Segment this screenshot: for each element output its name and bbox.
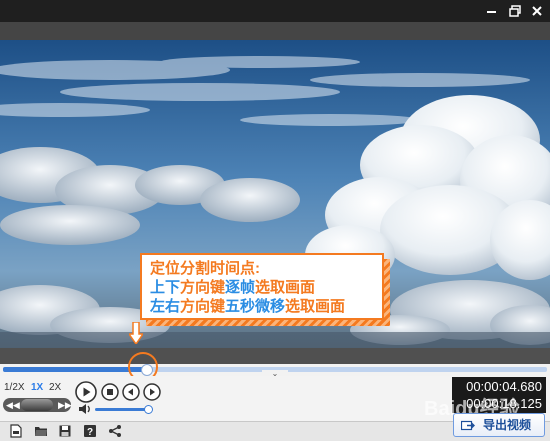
callout-box: 定位分割时间点: 上下方向键逐帧选取画面 左右方向键五秒微移选取画面 <box>140 253 384 320</box>
video-top-strip <box>0 22 550 40</box>
volume-handle[interactable] <box>144 405 153 414</box>
shuttle-knob[interactable] <box>21 399 53 411</box>
arrow-down-icon <box>129 322 143 344</box>
jog-shuttle[interactable]: ◀◀ ▶▶ <box>3 398 72 412</box>
tip-callout: 定位分割时间点: 上下方向键逐帧选取画面 左右方向键五秒微移选取画面 <box>140 253 390 326</box>
minimize-icon[interactable] <box>484 3 500 19</box>
callout-line-2: 左右方向键五秒微移选取画面 <box>150 297 374 316</box>
open-folder-icon[interactable] <box>34 424 48 438</box>
callout-seg: 五秒微移 <box>225 298 286 315</box>
export-video-label: 导出视频 <box>483 418 532 432</box>
volume-icon[interactable] <box>78 403 92 415</box>
video-splitter-window: 定位分割时间点: 上下方向键逐帧选取画面 左右方向键五秒微移选取画面 ⌄ 1/2… <box>0 0 550 441</box>
callout-seg: 逐帧 <box>225 279 256 296</box>
export-video-button[interactable]: 导出视频 <box>453 413 545 437</box>
callout-line-1: 上下方向键逐帧选取画面 <box>150 278 374 297</box>
callout-seg: 选取画面 <box>285 298 346 315</box>
save-icon[interactable] <box>58 424 72 438</box>
next-frame-icon[interactable] <box>143 383 161 401</box>
close-icon[interactable] <box>529 3 545 19</box>
volume-slider[interactable] <box>95 408 149 411</box>
callout-seg: 方向键 <box>180 298 226 315</box>
shuttle-rewind-icon[interactable]: ◀◀ <box>6 400 20 410</box>
timeline-progress <box>3 367 147 372</box>
stop-icon[interactable] <box>101 383 119 401</box>
speed-2x[interactable]: 2X <box>49 380 61 396</box>
share-icon[interactable] <box>108 424 122 438</box>
new-file-icon[interactable] <box>9 424 23 438</box>
svg-text:?: ? <box>87 427 93 438</box>
callout-seg: 方向键 <box>180 279 226 296</box>
callout-seg: 左右 <box>150 298 181 315</box>
play-icon[interactable] <box>75 381 97 403</box>
callout-title: 定位分割时间点: <box>150 260 260 277</box>
callout-seg: 上下 <box>150 279 181 296</box>
video-bottom-strip <box>0 348 550 364</box>
export-icon <box>461 420 475 431</box>
speed-1x[interactable]: 1X <box>31 380 43 396</box>
shuttle-forward-icon[interactable]: ▶▶ <box>58 400 72 410</box>
help-icon[interactable]: ? <box>83 424 97 438</box>
previous-frame-icon[interactable] <box>122 383 140 401</box>
callout-seg: 选取画面 <box>255 279 316 296</box>
speed-half[interactable]: 1/2X <box>4 380 25 396</box>
maximize-icon[interactable] <box>507 3 523 19</box>
title-bar <box>0 0 550 22</box>
